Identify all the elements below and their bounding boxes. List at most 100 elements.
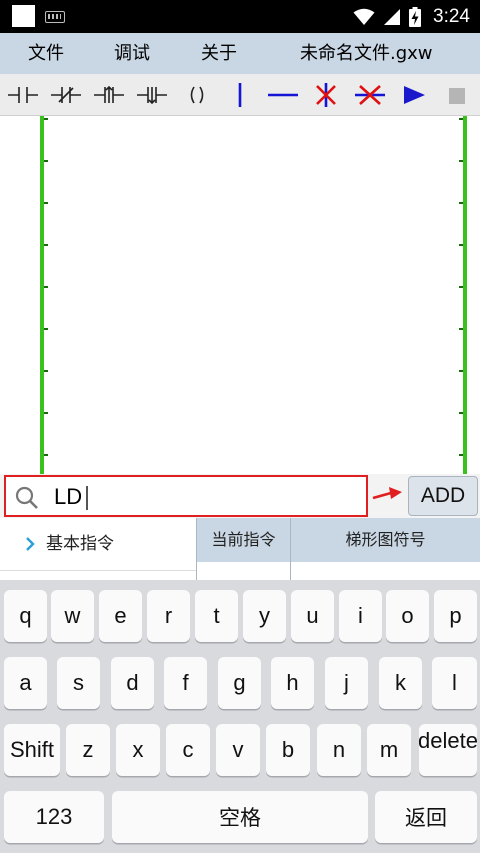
stop-button[interactable]	[440, 78, 474, 112]
key-o[interactable]: o	[386, 590, 429, 642]
output-coil-icon	[190, 86, 204, 104]
add-button[interactable]: ADD	[408, 476, 478, 516]
rail-tick	[44, 370, 48, 372]
rail-tick	[459, 370, 463, 372]
key-w[interactable]: w	[51, 590, 94, 642]
status-time: 3:24	[433, 5, 470, 27]
rail-tick	[44, 160, 48, 162]
delete-horizontal-line-button[interactable]	[353, 78, 387, 112]
basic-instructions-item[interactable]: 基本指令	[0, 518, 196, 570]
delete-horizontal-line-icon	[355, 85, 385, 105]
ladder-canvas[interactable]	[0, 116, 480, 474]
status-icons: 3:24	[353, 0, 470, 33]
normally-open-contact-icon	[8, 87, 38, 103]
key-123[interactable]: 123	[4, 791, 104, 843]
current-instruction-header: 当前指令	[196, 518, 290, 562]
rising-edge-contact-icon	[94, 85, 124, 103]
output-coil-button[interactable]	[180, 78, 214, 112]
list-divider	[0, 570, 196, 571]
instruction-input-box[interactable]	[4, 475, 368, 517]
rail-tick	[459, 412, 463, 414]
rail-tick	[459, 244, 463, 246]
key-r[interactable]: r	[147, 590, 190, 642]
key-d[interactable]: d	[111, 657, 154, 709]
menu-bar: 文件 调试 关于 未命名文件.gxw	[0, 33, 480, 74]
rail-tick	[44, 454, 48, 456]
key-c[interactable]: c	[166, 724, 210, 776]
key-e[interactable]: e	[99, 590, 142, 642]
rail-tick	[459, 286, 463, 288]
run-button[interactable]	[397, 78, 431, 112]
search-icon	[15, 486, 38, 509]
left-power-rail	[40, 116, 44, 474]
rail-tick	[459, 118, 463, 120]
right-power-rail	[463, 116, 467, 474]
falling-edge-contact-button[interactable]	[135, 78, 169, 112]
key-i[interactable]: i	[339, 590, 382, 642]
delete-vertical-line-icon	[316, 83, 336, 107]
key-u[interactable]: u	[291, 590, 334, 642]
wifi-icon	[353, 8, 375, 25]
key-l[interactable]: l	[432, 657, 477, 709]
file-name-title: 未命名文件.gxw	[300, 43, 433, 64]
key-f[interactable]: f	[164, 657, 207, 709]
rail-tick	[459, 202, 463, 204]
menu-about[interactable]: 关于	[201, 33, 237, 74]
rail-tick	[459, 328, 463, 330]
toolbar	[0, 74, 480, 116]
key-a[interactable]: a	[4, 657, 47, 709]
key-t[interactable]: t	[195, 590, 238, 642]
white-square-icon	[12, 5, 35, 27]
rail-tick	[44, 412, 48, 414]
instruction-lists: 基本指令 当前指令 梯形图符号	[0, 518, 480, 580]
key-x[interactable]: x	[116, 724, 160, 776]
status-bar: 3:24	[0, 0, 480, 33]
key-h[interactable]: h	[271, 657, 314, 709]
ladder-symbol-header: 梯形图符号	[290, 518, 480, 562]
rising-edge-contact-button[interactable]	[92, 78, 126, 112]
normally-open-contact-button[interactable]	[6, 78, 40, 112]
horizontal-line-button[interactable]	[266, 78, 300, 112]
key-y[interactable]: y	[243, 590, 286, 642]
menu-debug[interactable]: 调试	[114, 33, 150, 74]
key-q[interactable]: q	[4, 590, 47, 642]
stop-icon	[449, 88, 465, 104]
key-m[interactable]: m	[367, 724, 411, 776]
key-z[interactable]: z	[66, 724, 110, 776]
signal-icon	[384, 8, 401, 25]
key-k[interactable]: k	[379, 657, 422, 709]
key-g[interactable]: g	[218, 657, 261, 709]
menu-file[interactable]: 文件	[28, 33, 64, 74]
key-delete[interactable]: delete	[419, 724, 477, 776]
rail-tick	[459, 454, 463, 456]
normally-closed-contact-icon	[51, 87, 81, 103]
rail-tick	[459, 160, 463, 162]
battery-charging-icon	[409, 6, 422, 27]
keyboard-icon	[45, 11, 65, 23]
key-j[interactable]: j	[325, 657, 368, 709]
key-return[interactable]: 返回	[375, 791, 477, 843]
basic-instructions-label: 基本指令	[46, 534, 114, 554]
rail-tick	[44, 328, 48, 330]
vertical-line-button[interactable]	[223, 78, 257, 112]
run-icon	[404, 86, 425, 104]
text-caret	[86, 486, 88, 510]
instruction-input[interactable]	[54, 481, 354, 513]
delete-vertical-line-button[interactable]	[309, 78, 343, 112]
horizontal-line-icon	[268, 93, 298, 97]
key-s[interactable]: s	[57, 657, 100, 709]
key-p[interactable]: p	[434, 590, 477, 642]
rail-tick	[44, 286, 48, 288]
key-v[interactable]: v	[216, 724, 260, 776]
current-instruction-cell	[196, 562, 290, 580]
normally-closed-contact-button[interactable]	[49, 78, 83, 112]
key-shift[interactable]: Shift	[4, 724, 60, 776]
falling-edge-contact-icon	[137, 87, 167, 105]
key-b[interactable]: b	[266, 724, 310, 776]
key-n[interactable]: n	[317, 724, 361, 776]
rail-tick	[44, 118, 48, 120]
key-space[interactable]: 空格	[112, 791, 368, 843]
vertical-line-icon	[238, 83, 242, 107]
rail-tick	[44, 244, 48, 246]
rail-tick	[44, 202, 48, 204]
